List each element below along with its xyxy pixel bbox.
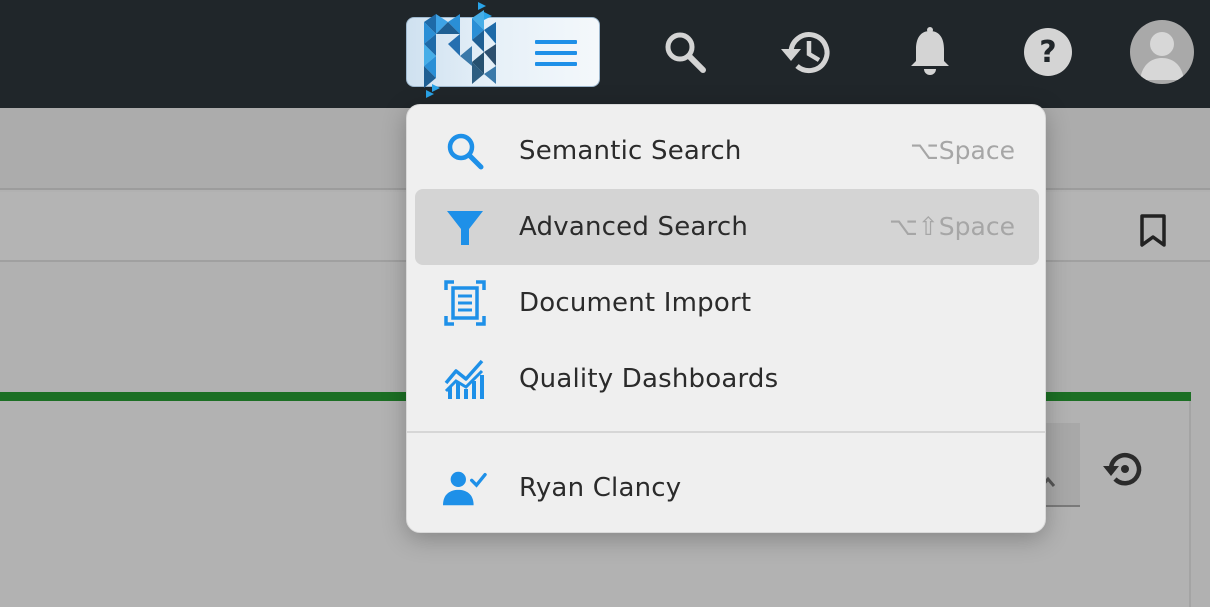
svg-text:?: ? xyxy=(1039,35,1056,70)
user-check-icon xyxy=(443,466,487,510)
history-button[interactable] xyxy=(776,22,836,82)
document-scan-icon xyxy=(443,280,487,326)
hamburger-menu-icon xyxy=(535,40,577,66)
filter-icon xyxy=(443,205,487,249)
menu-item-advanced-search[interactable]: Advanced Search ⌥⇧Space xyxy=(415,189,1039,265)
app-menu-dropdown: Semantic Search ⌥Space Advanced Search ⌥… xyxy=(406,104,1046,533)
help-button[interactable]: ? xyxy=(1018,22,1078,82)
menu-item-semantic-search[interactable]: Semantic Search ⌥Space xyxy=(415,113,1039,189)
app-logo-icon xyxy=(424,2,496,98)
keyboard-shortcut: ⌥⇧Space xyxy=(889,212,1015,241)
menu-item-label: Advanced Search xyxy=(519,212,749,242)
user-name: Ryan Clancy xyxy=(519,473,682,503)
avatar-icon xyxy=(1140,32,1184,80)
bookmark-button[interactable] xyxy=(1136,212,1170,250)
restore-icon xyxy=(1103,452,1142,486)
search-icon xyxy=(665,32,706,73)
notifications-button[interactable] xyxy=(900,22,960,82)
history-icon xyxy=(781,32,830,74)
menu-item-document-import[interactable]: Document Import xyxy=(415,265,1039,341)
restore-button[interactable] xyxy=(1100,445,1148,493)
bell-icon xyxy=(911,27,949,75)
menu-item-label: Document Import xyxy=(519,288,752,318)
bookmark-icon xyxy=(1140,214,1166,247)
chart-icon xyxy=(443,357,487,401)
search-icon xyxy=(443,129,487,173)
search-button[interactable] xyxy=(655,22,715,82)
menu-item-label: Quality Dashboards xyxy=(519,364,779,394)
menu-item-quality-dashboards[interactable]: Quality Dashboards xyxy=(415,341,1039,417)
menu-item-user-profile[interactable]: Ryan Clancy xyxy=(415,450,1039,526)
hamburger-menu-button[interactable] xyxy=(531,33,581,73)
help-icon: ? xyxy=(1024,28,1072,76)
user-avatar-button[interactable] xyxy=(1130,20,1194,84)
menu-divider xyxy=(407,431,1045,433)
menu-item-label: Semantic Search xyxy=(519,136,742,166)
keyboard-shortcut: ⌥Space xyxy=(910,136,1015,165)
